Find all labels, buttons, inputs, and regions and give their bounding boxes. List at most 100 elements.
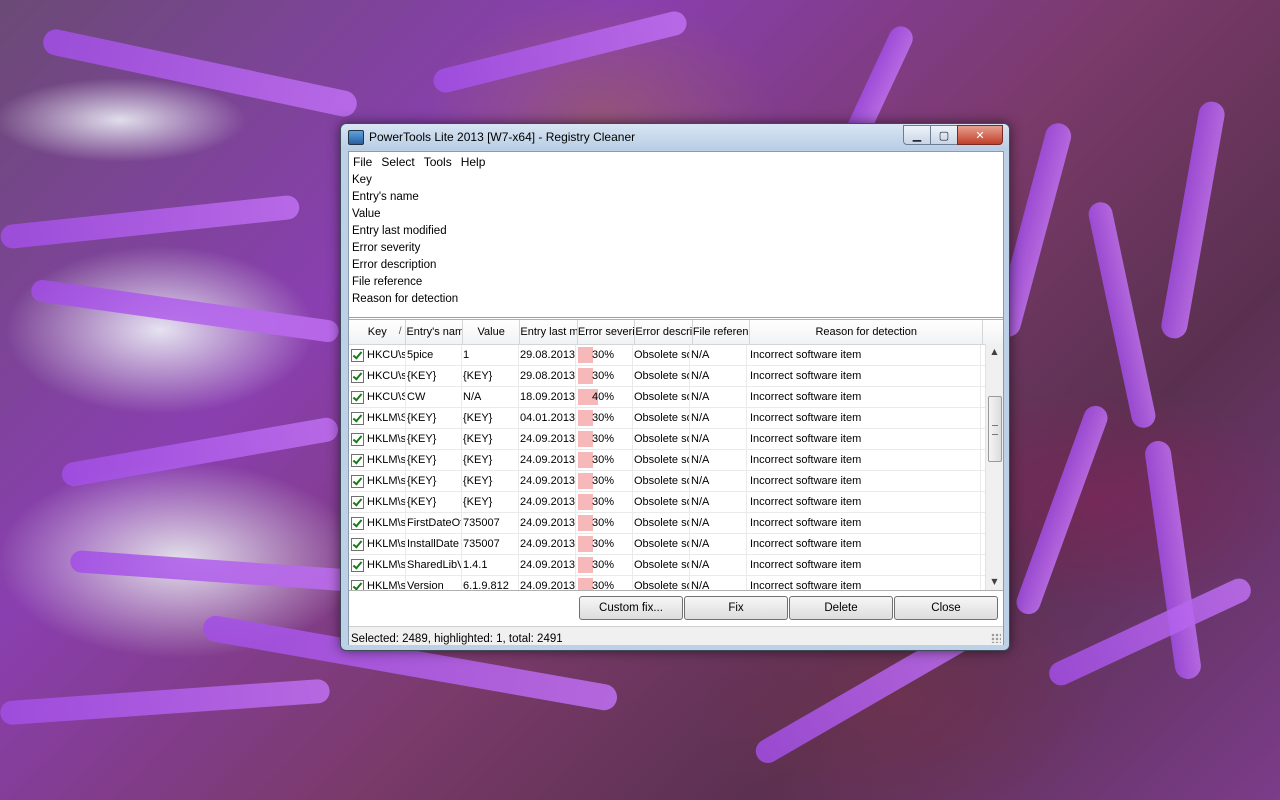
cell-reason: Incorrect software item	[747, 555, 981, 575]
delete-button[interactable]: Delete	[789, 596, 893, 620]
fix-button[interactable]: Fix	[684, 596, 788, 620]
cell-reason: Incorrect software item	[747, 492, 981, 512]
column-header-entry-name[interactable]: Entry's name	[406, 320, 463, 344]
row-checkbox[interactable]	[351, 433, 364, 446]
row-checkbox[interactable]	[351, 538, 364, 551]
column-header-reason[interactable]: Reason for detection	[750, 320, 984, 344]
cell-name: 5pice	[406, 345, 462, 365]
cell-modified: 24.09.2013	[519, 555, 576, 575]
cell-desc: Obsolete software	[633, 429, 690, 449]
row-checkbox[interactable]	[351, 475, 364, 488]
column-header-error-description[interactable]: Error description	[635, 320, 693, 344]
cell-desc: Obsolete software	[633, 345, 690, 365]
column-header-file-reference[interactable]: File reference	[693, 320, 751, 344]
cell-modified: 24.09.2013	[519, 492, 576, 512]
cell-desc: Obsolete software	[633, 450, 690, 470]
cell-key: HKLM\software	[349, 534, 406, 554]
column-header-key[interactable]: Key /	[349, 320, 407, 344]
cell-reason: Incorrect software item	[747, 534, 981, 554]
cell-value: {KEY}	[462, 492, 519, 512]
window-title: PowerTools Lite 2013 [W7-x64] - Registry…	[369, 130, 636, 144]
cell-file: N/A	[690, 387, 747, 407]
table-row[interactable]: HKLM\software{KEY}{KEY}24.09.201330%Obso…	[349, 429, 985, 450]
table-row[interactable]: HKLM\software{KEY}{KEY}24.09.201330%Obso…	[349, 450, 985, 471]
maximize-button[interactable]: ▢	[930, 125, 958, 145]
detail-value: Value	[352, 208, 381, 220]
row-checkbox[interactable]	[351, 391, 364, 404]
cell-reason: Incorrect software item	[747, 450, 981, 470]
row-checkbox[interactable]	[351, 517, 364, 530]
menu-file[interactable]: File	[351, 152, 379, 172]
minimize-button[interactable]: ▁	[903, 125, 931, 145]
cell-reason: Incorrect software item	[747, 513, 981, 533]
table-row[interactable]: HKLM\softwareVersion6.1.9.81224.09.2013 3…	[349, 576, 985, 590]
resize-grip-icon[interactable]	[991, 633, 1001, 643]
cell-name: {KEY}	[406, 450, 462, 470]
menu-select[interactable]: Select	[379, 152, 421, 172]
row-checkbox[interactable]	[351, 412, 364, 425]
severity-text: 30%	[592, 517, 615, 529]
row-checkbox[interactable]	[351, 349, 364, 362]
cell-name: CW	[406, 387, 462, 407]
cell-modified: 18.09.2013	[519, 387, 576, 407]
close-window-button[interactable]: ✕	[957, 125, 1003, 145]
table-row[interactable]: HKLM\Software{KEY}{KEY}04.01.201330%Obso…	[349, 408, 985, 429]
column-header-error-severity[interactable]: Error severity	[578, 320, 636, 344]
cell-value: {KEY}	[462, 366, 519, 386]
table-row[interactable]: HKLM\softwareInstallDate73500724.09.2013…	[349, 534, 985, 555]
scroll-down-arrow-icon[interactable]: ▼	[986, 574, 1003, 590]
scrollbar-thumb[interactable]	[988, 396, 1002, 462]
cell-key: HKCU\software	[349, 366, 406, 386]
title-bar[interactable]: PowerTools Lite 2013 [W7-x64] - Registry…	[341, 124, 1009, 150]
cell-severity: 30%	[576, 555, 633, 575]
severity-text: 30%	[592, 538, 615, 550]
cell-value: {KEY}	[462, 429, 519, 449]
cell-key-text: HKLM\software	[367, 538, 406, 550]
cell-reason: Incorrect software item	[747, 471, 981, 491]
severity-text: 30%	[592, 433, 615, 445]
cell-severity: 30%	[576, 534, 633, 554]
row-checkbox[interactable]	[351, 496, 364, 509]
table-row[interactable]: HKLM\softwareSharedLibVersion1.4.124.09.…	[349, 555, 985, 576]
table-row[interactable]: HKCU\software5pice129.08.2013 30% Obsolete…	[349, 345, 985, 366]
severity-text: 30%	[592, 370, 615, 382]
cell-modified: 24.09.2013	[519, 471, 576, 491]
column-header-last-modified[interactable]: Entry last modified	[520, 320, 578, 344]
cell-desc: Obsolete software	[633, 408, 690, 428]
severity-text: 30%	[592, 559, 615, 571]
table-row[interactable]: HKCU\software{KEY}{KEY}29.08.201330%Obso…	[349, 366, 985, 387]
cell-file: N/A	[690, 429, 747, 449]
header-filler	[983, 320, 1003, 344]
scroll-up-arrow-icon[interactable]: ▲	[986, 344, 1003, 360]
custom-fix-button[interactable]: Custom fix...	[579, 596, 683, 620]
table-row[interactable]: HKLM\software{KEY}{KEY}24.09.201330%Obso…	[349, 471, 985, 492]
cell-severity: 30%	[576, 471, 633, 491]
results-grid[interactable]: Key / Entry's name Value Entry last modif…	[349, 319, 1003, 591]
row-checkbox[interactable]	[351, 370, 364, 383]
cell-key-text: HKLM\software	[367, 496, 406, 508]
table-row[interactable]: HKCU\SoftwareCWN/A18.09.201340%Obsolete …	[349, 387, 985, 408]
cell-modified: 24.09.2013	[519, 534, 576, 554]
cell-file: N/A	[690, 471, 747, 491]
close-button[interactable]: Close	[894, 596, 998, 620]
cell-key-text: HKLM\software	[367, 433, 406, 445]
menu-help[interactable]: Help	[459, 152, 493, 172]
menu-tools[interactable]: Tools	[422, 152, 459, 172]
cell-severity: 30%	[576, 492, 633, 512]
cell-modified: 29.08.2013	[519, 345, 576, 365]
entry-details-panel: Key Entry's name Value Entry last modifi…	[349, 172, 1003, 318]
row-checkbox[interactable]	[351, 580, 364, 590]
table-row[interactable]: HKLM\software{KEY}{KEY}24.09.201330%Obso…	[349, 492, 985, 513]
cell-key: HKCU\Software	[349, 387, 406, 407]
cell-file: N/A	[690, 345, 747, 365]
column-header-value[interactable]: Value	[463, 320, 521, 344]
cell-severity: 30%	[576, 450, 633, 470]
row-checkbox[interactable]	[351, 454, 364, 467]
cell-file: N/A	[690, 513, 747, 533]
cell-value: 735007	[462, 513, 519, 533]
vertical-scrollbar[interactable]: ▲ ▼	[985, 344, 1003, 590]
table-row[interactable]: HKLM\softwareFirstDateOfUse73500724.09.2…	[349, 513, 985, 534]
cell-modified: 24.09.2013	[519, 513, 576, 533]
cell-key-text: HKLM\Software	[367, 412, 406, 424]
row-checkbox[interactable]	[351, 559, 364, 572]
